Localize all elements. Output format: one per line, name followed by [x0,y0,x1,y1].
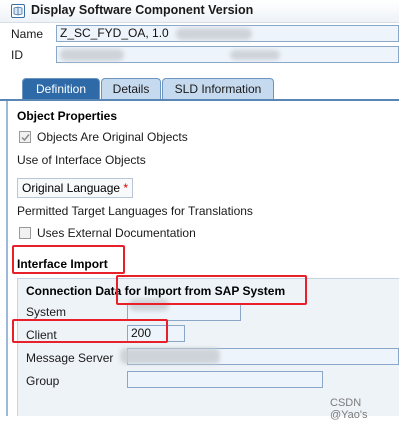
message-server-label: Message Server [26,351,114,365]
client-highlight [12,319,168,343]
original-objects-label: Objects Are Original Objects [37,130,188,144]
name-value: Z_SC_FYD_OA, 1.0 [60,26,169,40]
original-language-field[interactable]: Original Language * [17,178,134,198]
original-language-label: Original Language [22,181,121,195]
group-label: Group [26,374,60,388]
page-title: Display Software Component Version [31,3,254,17]
use-of-interface-label: Use of Interface Objects [17,153,146,167]
tab-definition-label: Definition [35,82,87,96]
tab-sld-information-label: SLD Information [174,82,262,96]
tab-details-label: Details [112,82,150,96]
redacted-id-blur-2 [230,50,280,60]
tab-sld-information[interactable]: SLD Information [162,78,274,99]
external-doc-label: Uses External Documentation [37,226,196,240]
id-label: ID [11,48,23,62]
interface-import-highlight [12,245,125,274]
object-properties-title: Object Properties [17,109,118,123]
tab-details[interactable]: Details [101,78,161,99]
watermark: CSDN @Yao's [330,397,368,421]
required-marker: * [123,181,129,195]
tab-definition[interactable]: Definition [22,78,100,99]
redacted-message-server-blur [120,348,220,364]
permitted-languages-label: Permitted Target Languages for Translati… [17,204,253,218]
redacted-id-blur-1 [60,49,124,61]
original-objects-checkbox[interactable] [19,131,31,143]
redacted-name-blur [176,28,252,40]
group-field[interactable] [127,371,323,388]
system-label: System [26,305,67,319]
external-doc-checkbox[interactable] [19,227,31,239]
name-label: Name [11,27,44,41]
connection-data-highlight [116,275,307,305]
software-component-icon [11,4,25,18]
